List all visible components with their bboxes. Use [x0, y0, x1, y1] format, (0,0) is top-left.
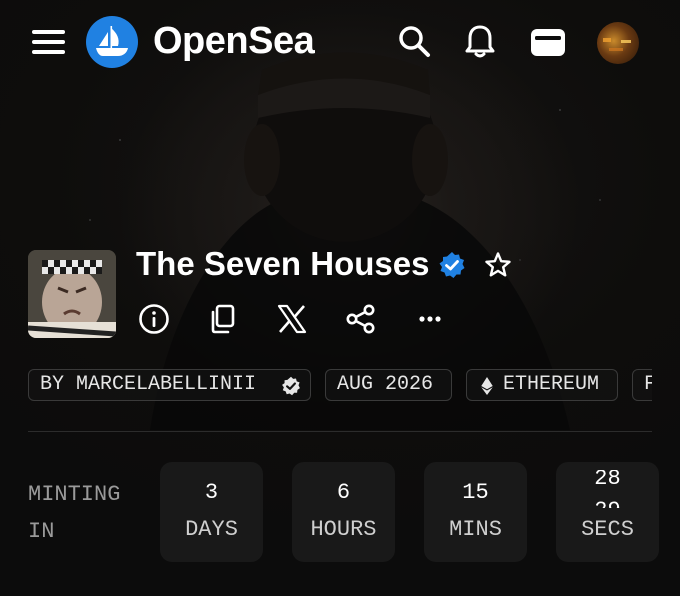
countdown-days: 3 DAYS [160, 462, 263, 562]
creator-chip-label: BY MARCELABELLINII [40, 373, 257, 396]
date-chip[interactable]: AUG 2026 [325, 369, 452, 401]
countdown-mins-value: 15 [462, 480, 489, 505]
countdown-hours: 6 HOURS [292, 462, 395, 562]
more-icon[interactable] [413, 302, 447, 336]
top-navigation-bar: OpenSea [0, 0, 680, 84]
favorite-star-icon[interactable] [484, 251, 512, 279]
share-icon[interactable] [344, 302, 378, 336]
extra-chip[interactable]: F [632, 369, 652, 401]
bell-icon[interactable] [460, 22, 500, 62]
copy-icon[interactable] [206, 302, 240, 336]
profile-avatar[interactable] [597, 22, 639, 64]
chain-chip[interactable]: ETHEREUM [466, 369, 618, 401]
minting-label: MINTING IN [28, 476, 148, 550]
countdown-days-unit: DAYS [185, 517, 238, 542]
countdown-days-value: 3 [204, 480, 219, 505]
collection-info-chips: BY MARCELABELLINII AUG 2026 ETHEREUM F [28, 369, 652, 401]
countdown-secs-value: 28 [594, 470, 621, 491]
wallet-icon[interactable] [528, 22, 568, 62]
creator-chip[interactable]: BY MARCELABELLINII [28, 369, 311, 401]
chain-chip-label: ETHEREUM [503, 373, 600, 396]
search-icon[interactable] [395, 22, 435, 62]
section-divider [28, 431, 652, 432]
collection-title: The Seven Houses [136, 245, 430, 282]
extra-chip-label: F [644, 373, 652, 396]
countdown-secs-unit: SECS [581, 517, 634, 542]
date-chip-label: AUG 2026 [337, 373, 434, 396]
countdown-mins: 15 MINS [424, 462, 527, 562]
countdown-hours-value: 6 [336, 480, 351, 505]
creator-verified-icon [282, 376, 300, 396]
minting-label-line1: MINTING [28, 482, 121, 507]
menu-icon[interactable] [32, 29, 65, 55]
app-name[interactable]: OpenSea [153, 18, 315, 64]
countdown-secs-next-value: 29 [556, 498, 659, 508]
minting-label-line2: IN [28, 519, 55, 544]
countdown-secs-rolling: 28 29 [556, 470, 659, 508]
verified-badge-icon [438, 251, 466, 279]
x-icon[interactable] [275, 302, 309, 336]
info-icon[interactable] [137, 302, 171, 336]
collection-avatar[interactable] [28, 250, 116, 338]
countdown-secs: 28 29 SECS [556, 462, 659, 562]
ethereum-icon [481, 377, 493, 395]
countdown-mins-unit: MINS [449, 517, 502, 542]
countdown-hours-unit: HOURS [310, 517, 377, 542]
opensea-logo-icon[interactable] [86, 16, 138, 68]
